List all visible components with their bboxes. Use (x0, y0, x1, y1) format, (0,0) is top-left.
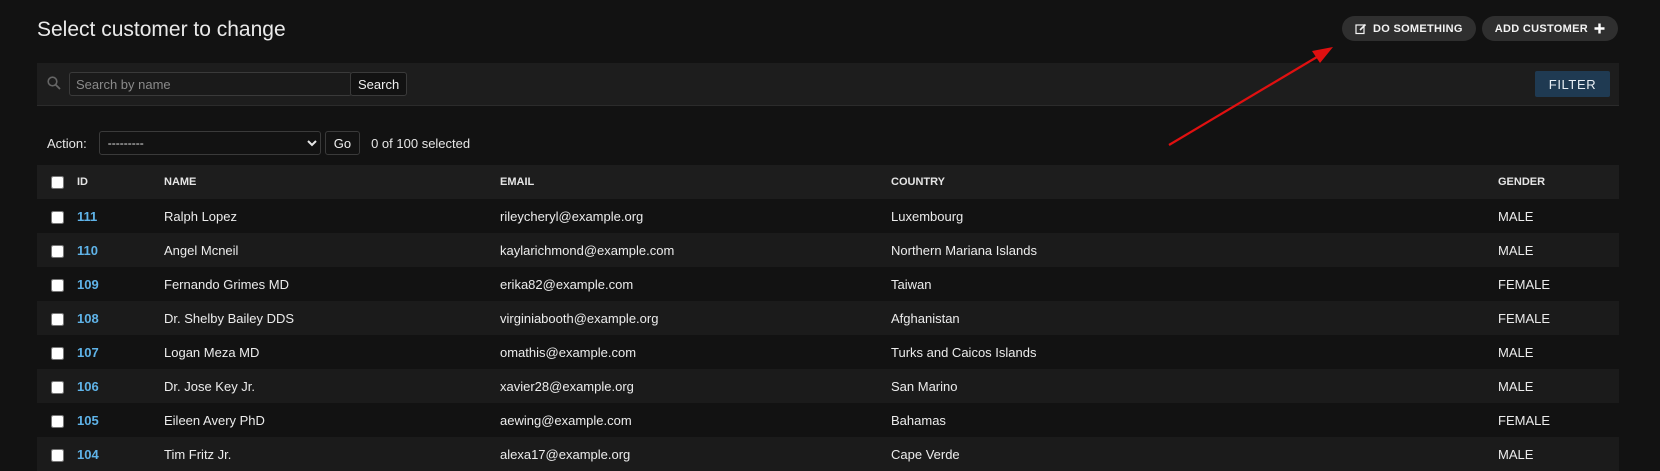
row-name: Angel Mcneil (164, 233, 500, 267)
column-header-email[interactable]: EMAIL (500, 165, 891, 199)
search-toolbar: Search FILTER (37, 63, 1619, 106)
row-country: Taiwan (891, 267, 1498, 301)
row-country: Luxembourg (891, 199, 1498, 233)
row-gender: FEMALE (1498, 301, 1619, 335)
search-input[interactable] (69, 72, 352, 96)
row-gender: MALE (1498, 437, 1619, 471)
row-gender: MALE (1498, 369, 1619, 403)
row-name: Fernando Grimes MD (164, 267, 500, 301)
row-checkbox[interactable] (50, 278, 64, 292)
row-name: Logan Meza MD (164, 335, 500, 369)
row-name: Dr. Jose Key Jr. (164, 369, 500, 403)
row-gender: FEMALE (1498, 403, 1619, 437)
row-country: Cape Verde (891, 437, 1498, 471)
page-title: Select customer to change (37, 18, 286, 41)
selected-count: 0 of 100 selected (371, 135, 471, 151)
row-checkbox[interactable] (50, 244, 64, 258)
plus-icon (1594, 23, 1605, 34)
search-icon (47, 76, 61, 90)
row-checkbox[interactable] (50, 380, 64, 394)
results-table: ID NAME EMAIL COUNTRY GENDER 111 Ralph L… (37, 165, 1619, 471)
row-email: erika82@example.com (500, 267, 891, 301)
row-checkbox[interactable] (50, 346, 64, 360)
row-email: kaylarichmond@example.com (500, 233, 891, 267)
row-email: xavier28@example.org (500, 369, 891, 403)
row-id-link[interactable]: 109 (77, 277, 99, 292)
row-id-link[interactable]: 111 (77, 209, 97, 224)
table-row: 110 Angel Mcneil kaylarichmond@example.c… (37, 233, 1619, 267)
row-gender: FEMALE (1498, 267, 1619, 301)
select-all-cell (37, 165, 77, 199)
search-button[interactable]: Search (350, 72, 408, 96)
actions-bar: Action: --------- Go 0 of 100 selected (47, 131, 470, 155)
row-name: Eileen Avery PhD (164, 403, 500, 437)
add-customer-button[interactable]: ADD CUSTOMER (1481, 16, 1618, 41)
row-checkbox[interactable] (50, 210, 64, 224)
table-row: 104 Tim Fritz Jr. alexa17@example.org Ca… (37, 437, 1619, 471)
table-row: 111 Ralph Lopez rileycheryl@example.org … (37, 199, 1619, 233)
row-country: Turks and Caicos Islands (891, 335, 1498, 369)
table-row: 107 Logan Meza MD omathis@example.com Tu… (37, 335, 1619, 369)
row-email: aewing@example.com (500, 403, 891, 437)
row-checkbox[interactable] (50, 414, 64, 428)
row-name: Dr. Shelby Bailey DDS (164, 301, 500, 335)
row-id-link[interactable]: 108 (77, 311, 99, 326)
row-country: Bahamas (891, 403, 1498, 437)
row-email: virginiabooth@example.org (500, 301, 891, 335)
action-select[interactable]: --------- (98, 131, 321, 155)
row-id-link[interactable]: 104 (77, 447, 99, 462)
row-checkbox[interactable] (50, 312, 64, 326)
object-tools: DO SOMETHING ADD CUSTOMER (1341, 16, 1618, 41)
row-country: Afghanistan (891, 301, 1498, 335)
edit-icon (1355, 23, 1367, 34)
column-header-country[interactable]: COUNTRY (891, 165, 1498, 199)
table-row: 108 Dr. Shelby Bailey DDS virginiabooth@… (37, 301, 1619, 335)
column-header-name[interactable]: NAME (164, 165, 500, 199)
row-email: rileycheryl@example.org (500, 199, 891, 233)
row-email: alexa17@example.org (500, 437, 891, 471)
row-country: San Marino (891, 369, 1498, 403)
filter-button[interactable]: FILTER (1535, 71, 1610, 97)
table-row: 106 Dr. Jose Key Jr. xavier28@example.or… (37, 369, 1619, 403)
row-id-link[interactable]: 106 (77, 379, 99, 394)
select-all-checkbox[interactable] (50, 175, 64, 189)
action-label: Action: (47, 135, 87, 151)
do-something-button[interactable]: DO SOMETHING (1341, 16, 1476, 41)
row-gender: MALE (1498, 199, 1619, 233)
add-customer-label: ADD CUSTOMER (1494, 22, 1588, 35)
row-id-link[interactable]: 105 (77, 413, 99, 428)
row-checkbox[interactable] (50, 448, 64, 462)
row-name: Tim Fritz Jr. (164, 437, 500, 471)
column-header-gender[interactable]: GENDER (1498, 165, 1619, 199)
row-email: omathis@example.com (500, 335, 891, 369)
row-id-link[interactable]: 110 (77, 243, 98, 258)
row-name: Ralph Lopez (164, 199, 500, 233)
row-id-link[interactable]: 107 (77, 345, 99, 360)
table-row: 105 Eileen Avery PhD aewing@example.com … (37, 403, 1619, 437)
row-gender: MALE (1498, 233, 1619, 267)
row-country: Northern Mariana Islands (891, 233, 1498, 267)
do-something-label: DO SOMETHING (1372, 22, 1463, 35)
column-header-id[interactable]: ID (77, 165, 164, 199)
go-button[interactable]: Go (324, 131, 361, 155)
table-header-row: ID NAME EMAIL COUNTRY GENDER (37, 165, 1619, 199)
table-row: 109 Fernando Grimes MD erika82@example.c… (37, 267, 1619, 301)
row-gender: MALE (1498, 335, 1619, 369)
